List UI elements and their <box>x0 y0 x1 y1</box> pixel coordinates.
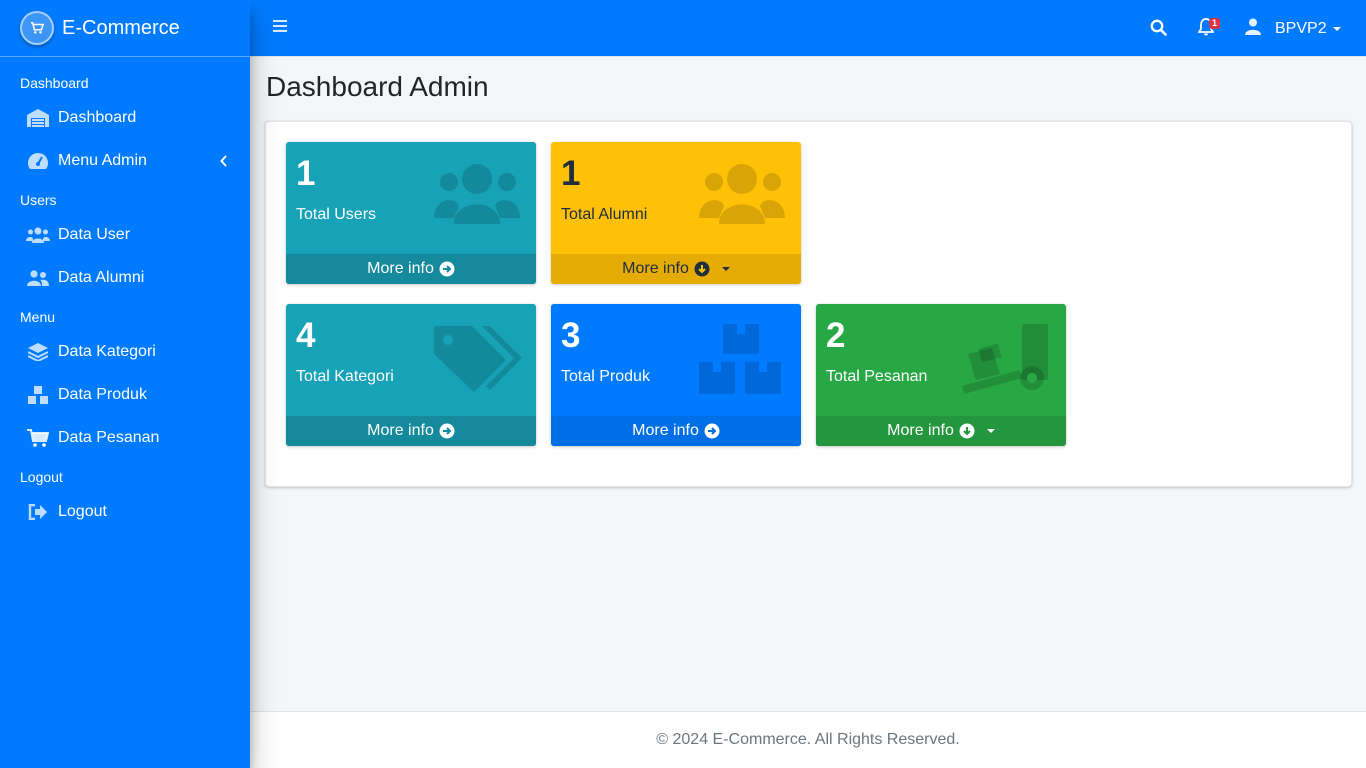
sidebar-item-dashboard[interactable]: Dashboard <box>0 96 250 139</box>
user-menu[interactable]: BPVP2 <box>1245 18 1341 40</box>
more-info-link[interactable]: More info <box>551 416 801 446</box>
footer-text: © 2024 E-Commerce. All Rights Reserved. <box>656 731 960 748</box>
brand-link[interactable]: E-Commerce <box>0 0 250 57</box>
username: BPVP2 <box>1275 20 1327 37</box>
sidebar-item-label: Data Pesanan <box>58 428 160 446</box>
stat-label: Total Kategori <box>296 368 394 385</box>
caret-down-icon <box>721 267 730 271</box>
sidebar-item-data-kategori[interactable]: Data Kategori <box>0 330 250 373</box>
stat-box-total-produk: 3 Total Produk More info <box>551 304 801 446</box>
sign-out-icon <box>26 502 50 522</box>
sidebar-item-label: Data User <box>58 225 131 243</box>
nav-header-menu: Menu <box>20 309 56 325</box>
users-icon <box>697 162 787 232</box>
boxes-icon <box>697 324 787 394</box>
layers-icon <box>26 342 50 362</box>
stat-box-total-pesanan: 2 Total Pesanan More info <box>816 304 1066 446</box>
stat-value: 2 <box>826 316 846 355</box>
page-footer: © 2024 E-Commerce. All Rights Reserved. <box>250 711 1366 768</box>
gauge-icon <box>26 151 50 171</box>
stat-box-total-alumni: 1 Total Alumni More info <box>551 142 801 284</box>
nav-header-dashboard: Dashboard <box>20 75 89 91</box>
topbar: 1 BPVP2 <box>250 0 1366 57</box>
sidebar-item-data-produk[interactable]: Data Produk <box>0 373 250 416</box>
caret-down-icon <box>986 429 995 433</box>
sidebar-item-label: Data Produk <box>58 385 147 403</box>
warehouse-icon <box>26 108 50 128</box>
sidebar-item-data-alumni[interactable]: Data Alumni <box>0 256 250 299</box>
cart-icon <box>26 428 50 448</box>
tags-icon <box>432 324 522 394</box>
arrow-circle-right-icon <box>439 423 455 439</box>
sidebar-item-label: Menu Admin <box>58 151 147 169</box>
sidebar-item-data-pesanan[interactable]: Data Pesanan <box>0 416 250 459</box>
more-info-link[interactable]: More info <box>816 416 1066 446</box>
sidebar-item-data-user[interactable]: Data User <box>0 213 250 256</box>
more-info-link[interactable]: More info <box>551 254 801 284</box>
sidebar-item-logout[interactable]: Logout <box>0 490 250 533</box>
more-info-label: More info <box>367 422 434 439</box>
hamburger-menu-icon[interactable] <box>272 19 288 38</box>
more-info-label: More info <box>632 422 699 439</box>
nav-header-users: Users <box>20 192 57 208</box>
users-icon <box>432 162 522 232</box>
more-info-label: More info <box>887 422 954 439</box>
more-info-label: More info <box>367 260 434 277</box>
chevron-left-icon <box>220 154 228 172</box>
search-icon[interactable] <box>1150 19 1167 41</box>
user-icon <box>1245 18 1261 40</box>
page-title: Dashboard Admin <box>266 71 489 102</box>
sidebar-item-label: Logout <box>58 502 107 520</box>
cart-icon <box>20 11 54 45</box>
nav-header-logout: Logout <box>20 469 63 485</box>
arrow-circle-right-icon <box>439 261 455 277</box>
more-info-link[interactable]: More info <box>286 254 536 284</box>
more-info-link[interactable]: More info <box>286 416 536 446</box>
sidebar: E-Commerce Dashboard Dashboard Menu Admi… <box>0 0 250 768</box>
stat-box-total-users: 1 Total Users More info <box>286 142 536 284</box>
sidebar-item-label: Data Alumni <box>58 268 145 286</box>
boxes-icon <box>26 385 50 405</box>
stat-value: 4 <box>296 316 316 355</box>
sidebar-item-menu-admin[interactable]: Menu Admin <box>0 139 250 182</box>
stat-label: Total Alumni <box>561 206 648 223</box>
arrow-circle-down-icon <box>694 261 710 277</box>
caret-down-icon <box>1332 27 1341 31</box>
arrow-circle-right-icon <box>704 423 720 439</box>
sidebar-item-label: Dashboard <box>58 108 137 126</box>
stat-box-total-kategori: 4 Total Kategori More info <box>286 304 536 446</box>
dolly-icon <box>962 324 1052 394</box>
stat-value: 1 <box>561 154 581 193</box>
stat-value: 1 <box>296 154 316 193</box>
users-icon <box>26 225 50 245</box>
stat-label: Total Produk <box>561 368 650 385</box>
arrow-circle-down-icon <box>959 423 975 439</box>
brand-name: E-Commerce <box>62 16 180 39</box>
stat-label: Total Pesanan <box>826 368 928 385</box>
notification-badge: 1 <box>1209 18 1221 29</box>
stat-value: 3 <box>561 316 581 355</box>
user-friends-icon <box>26 268 50 288</box>
sidebar-item-label: Data Kategori <box>58 342 156 360</box>
stat-label: Total Users <box>296 206 377 223</box>
sidebar-nav: Dashboard Dashboard Menu Admin Users Dat… <box>0 57 250 533</box>
more-info-label: More info <box>622 260 689 277</box>
